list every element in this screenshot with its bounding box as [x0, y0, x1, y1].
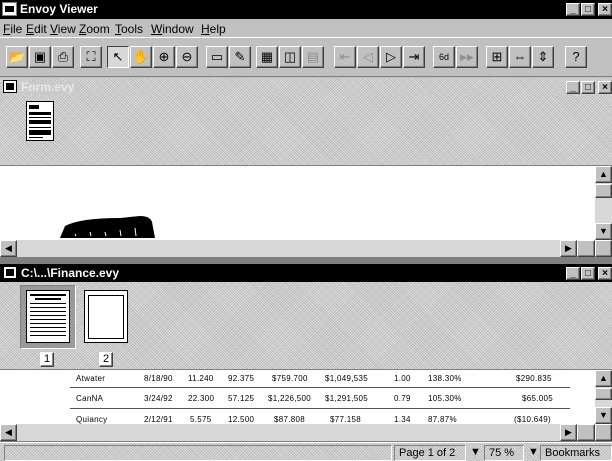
app-title: Envoy Viewer	[20, 2, 98, 16]
scroll-thumb[interactable]	[595, 388, 612, 400]
note-icon[interactable]: ▭	[206, 46, 228, 68]
menu-view[interactable]: View	[50, 22, 76, 36]
finance-vertical-scrollbar[interactable]: ▲ ▼	[595, 370, 612, 424]
scroll-down-arrow-icon[interactable]: ▼	[595, 407, 612, 424]
form-horizontal-scrollbar[interactable]: ◀ ▶	[0, 240, 595, 257]
mdi-workspace: Form.evy _ □ × ▲ ▼ ◀ ▶ C:\...\Finance.ev…	[0, 78, 612, 442]
scroll-thumb[interactable]	[577, 240, 595, 257]
form-doc-title: Form.evy	[21, 80, 75, 94]
status-message	[4, 445, 392, 461]
finance-doc-title-bar[interactable]: C:\...\Finance.evy _ □ ×	[0, 264, 612, 282]
forward-icon[interactable]: ▶▶	[456, 46, 478, 68]
form-doc-title-bar[interactable]: Form.evy _ □ ×	[0, 78, 612, 96]
bookmarks-icon[interactable]: ◫	[279, 46, 301, 68]
close-button[interactable]: ×	[598, 3, 612, 16]
hand-icon[interactable]: ✋	[130, 46, 152, 68]
menu-tools[interactable]: Tools	[115, 22, 143, 36]
menu-bar: File Edit View Zoom Tools Window Help	[0, 19, 612, 37]
page-dropdown-icon[interactable]: ▼	[468, 445, 482, 461]
first-page-icon[interactable]: ⇤	[334, 46, 356, 68]
highlight-icon[interactable]: ✎	[229, 46, 251, 68]
help-icon[interactable]: ?	[565, 46, 587, 68]
page-1-label[interactable]: 1	[40, 352, 54, 367]
form-page-graphic	[60, 216, 155, 238]
form-vertical-scrollbar[interactable]: ▲ ▼	[595, 166, 612, 240]
scroll-left-arrow-icon[interactable]: ◀	[0, 240, 17, 257]
fit-width-icon[interactable]: ⇔	[509, 46, 531, 68]
find-icon[interactable]: ⛶	[80, 46, 102, 68]
finance-page-2-thumbnail[interactable]	[84, 290, 128, 343]
scroll-up-arrow-icon[interactable]: ▲	[595, 370, 612, 387]
scroll-left-arrow-icon[interactable]: ◀	[0, 424, 17, 441]
thumbnail-wide-icon[interactable]: ▤	[302, 46, 324, 68]
document-icon[interactable]	[3, 266, 17, 279]
toolbar: 📂 ▣ ⎙ ⛶ ↖ ✋ ⊕ ⊖ ▭ ✎ ▦ ◫ ▤ ⇤ ◁ ▷ ⇥ 6d ▶▶ …	[0, 37, 612, 77]
zoom-indicator: 75 %	[484, 445, 524, 461]
fit-page-icon[interactable]: ⊞	[486, 46, 508, 68]
form-page-thumbnail[interactable]	[26, 101, 54, 141]
finance-table: Atwater 8/18/90 11.240 92.375 $759.700 $…	[40, 370, 570, 424]
size-grip[interactable]	[595, 424, 612, 441]
status-bar: Page 1 of 2 ▼ 75 % ▼ Bookmarks	[0, 442, 612, 461]
back-icon[interactable]: 6d	[433, 46, 455, 68]
menu-help[interactable]: Help	[201, 22, 226, 36]
row-divider	[70, 408, 570, 409]
form-close-button[interactable]: ×	[598, 81, 612, 94]
fit-height-icon[interactable]: ⇕	[532, 46, 554, 68]
finance-minimize-button[interactable]: _	[566, 267, 580, 280]
finance-thumbnail-strip: 1 2	[0, 282, 612, 370]
menu-edit[interactable]: Edit	[26, 22, 47, 36]
page-2-label[interactable]: 2	[99, 352, 113, 367]
finance-horizontal-scrollbar[interactable]: ◀ ▶	[0, 424, 595, 441]
open-icon[interactable]: 📂	[6, 46, 28, 68]
zoom-in-icon[interactable]: ⊕	[153, 46, 175, 68]
scroll-thumb[interactable]	[577, 424, 595, 441]
zoom-out-icon[interactable]: ⊖	[176, 46, 198, 68]
last-page-icon[interactable]: ⇥	[403, 46, 425, 68]
form-thumbnail-strip	[0, 96, 612, 166]
next-page-icon[interactable]: ▷	[380, 46, 402, 68]
form-page-view[interactable]	[0, 166, 612, 240]
table-row: Quiancy 2/12/91 5.575 12.500 $87.808 $77…	[76, 415, 551, 424]
select-arrow-icon[interactable]: ↖	[107, 46, 129, 68]
scroll-down-arrow-icon[interactable]: ▼	[595, 223, 612, 240]
finance-maximize-button[interactable]: □	[581, 267, 595, 280]
scroll-right-arrow-icon[interactable]: ▶	[560, 424, 577, 441]
app-title-bar[interactable]: Envoy Viewer _ □ ×	[0, 0, 612, 19]
size-grip[interactable]	[595, 240, 612, 257]
row-divider	[70, 387, 570, 388]
bookmarks-button[interactable]: Bookmarks	[540, 445, 612, 461]
minimize-button[interactable]: _	[566, 3, 580, 16]
form-maximize-button[interactable]: □	[581, 81, 595, 94]
print-icon[interactable]: ⎙	[52, 46, 74, 68]
scroll-up-arrow-icon[interactable]: ▲	[595, 166, 612, 183]
document-icon[interactable]	[3, 80, 17, 93]
thumbnails-icon[interactable]: ▦	[256, 46, 278, 68]
app-icon[interactable]	[2, 2, 17, 16]
maximize-button[interactable]: □	[581, 3, 595, 16]
scroll-right-arrow-icon[interactable]: ▶	[560, 240, 577, 257]
menu-file[interactable]: File	[3, 22, 22, 36]
form-minimize-button[interactable]: _	[566, 81, 580, 94]
zoom-dropdown-icon[interactable]: ▼	[526, 445, 540, 461]
page-indicator: Page 1 of 2	[394, 445, 466, 461]
prev-page-icon[interactable]: ◁	[357, 46, 379, 68]
menu-window[interactable]: Window	[151, 22, 194, 36]
menu-zoom[interactable]: Zoom	[79, 22, 110, 36]
finance-doc-title: C:\...\Finance.evy	[21, 266, 120, 280]
finance-page-view[interactable]: Atwater 8/18/90 11.240 92.375 $759.700 $…	[0, 370, 612, 424]
table-row: Atwater 8/18/90 11.240 92.375 $759.700 $…	[76, 374, 552, 383]
finance-close-button[interactable]: ×	[598, 267, 612, 280]
finance-page-1-thumbnail[interactable]	[26, 290, 70, 343]
save-icon[interactable]: ▣	[29, 46, 51, 68]
scroll-thumb[interactable]	[595, 184, 612, 198]
